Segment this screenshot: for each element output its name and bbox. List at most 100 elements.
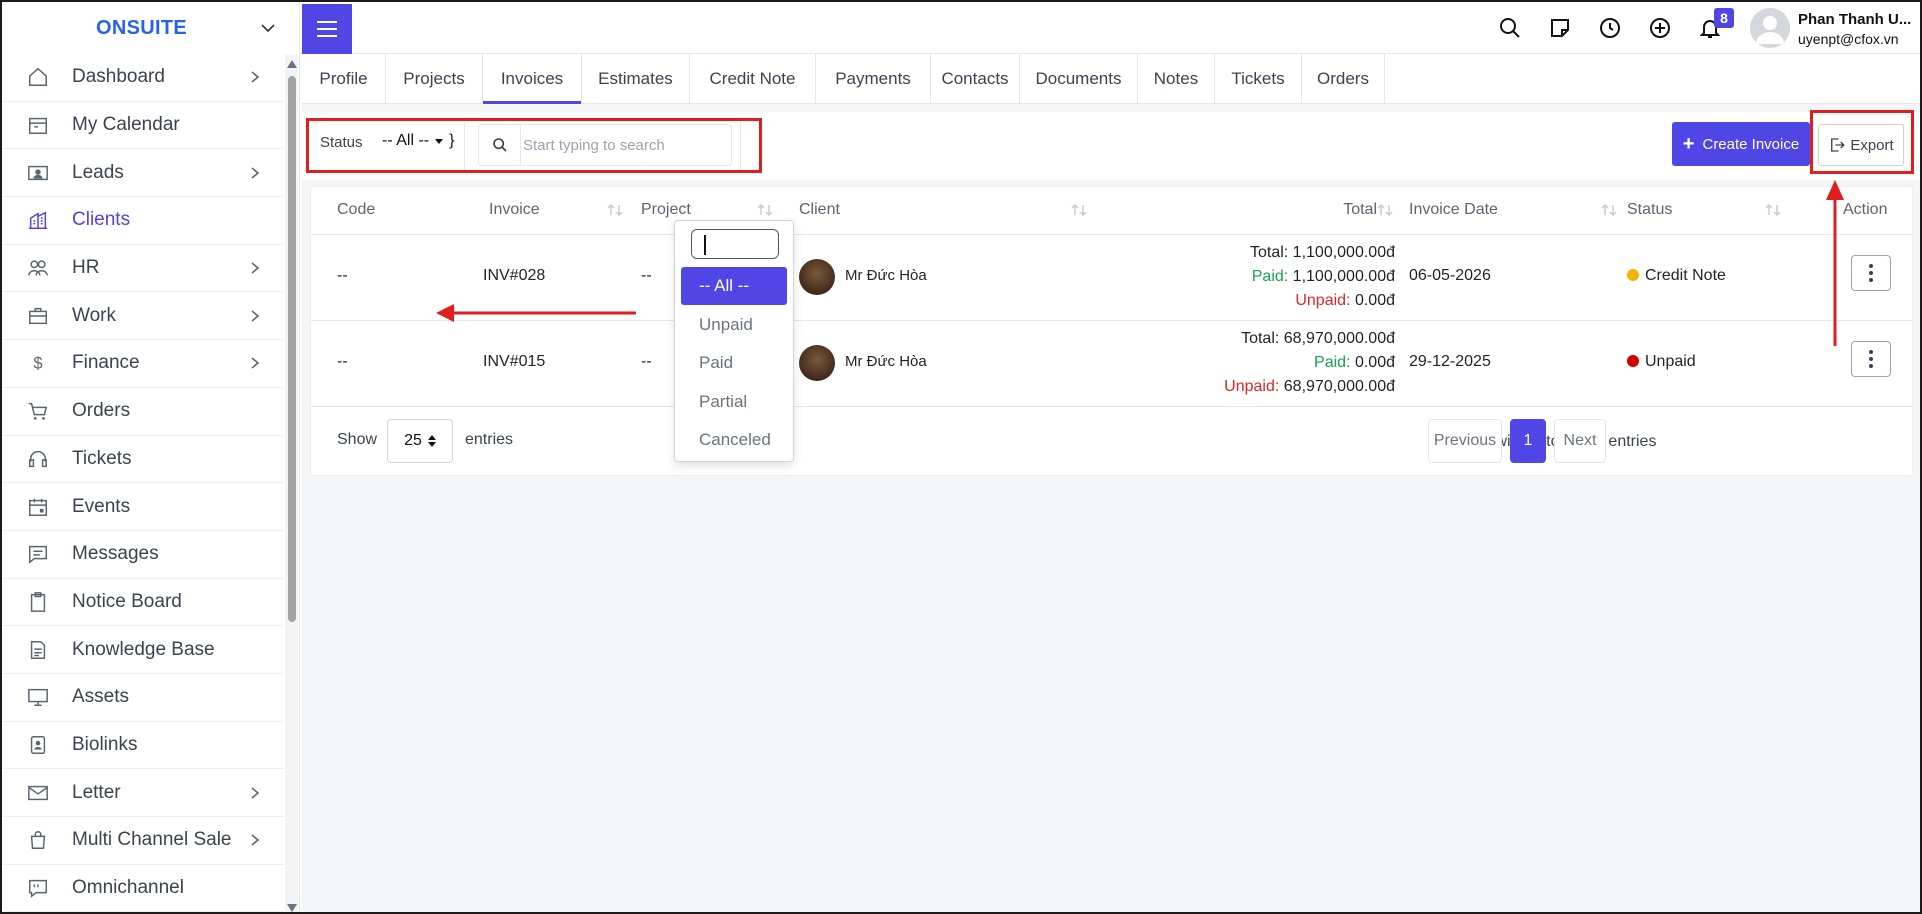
sort-icon[interactable]: [1765, 203, 1781, 217]
scroll-thumb[interactable]: [288, 76, 296, 622]
sidebar-item-events[interactable]: Events: [2, 483, 284, 531]
status-option-partial[interactable]: Partial: [681, 383, 787, 421]
sidebar-item-work[interactable]: Work: [2, 292, 284, 341]
tab-orders[interactable]: Orders: [1302, 54, 1385, 104]
scroll-up-icon[interactable]: [287, 60, 297, 68]
entries-label: entries: [465, 431, 514, 448]
tab-credit-note[interactable]: Credit Note: [690, 54, 816, 104]
search-box[interactable]: [478, 124, 732, 166]
brand[interactable]: ONSUITE: [2, 2, 299, 54]
sidebar-item-tickets[interactable]: Tickets: [2, 436, 284, 484]
total-label: Total:: [1241, 330, 1280, 347]
page-1-button[interactable]: 1: [1510, 419, 1546, 463]
sidebar-item-omnichannel[interactable]: Omnichannel: [2, 865, 284, 912]
sidebar-item-hr[interactable]: HR: [2, 245, 284, 293]
scroll-down-icon[interactable]: [287, 904, 297, 912]
client-avatar[interactable]: [799, 345, 835, 381]
sort-icon[interactable]: [1071, 203, 1087, 217]
cell-client[interactable]: Mr Đức Hòa: [845, 267, 927, 284]
sidebar-item-finance[interactable]: $ Finance: [2, 340, 284, 388]
divider: [464, 122, 465, 170]
next-page-button[interactable]: Next: [1554, 419, 1606, 463]
main-content: Profile Projects Invoices Estimates Credit N…: [302, 54, 1920, 912]
sidebar-item-messages[interactable]: Messages: [2, 531, 284, 579]
sort-icon[interactable]: [757, 203, 773, 217]
sort-icon[interactable]: [1377, 203, 1393, 217]
sidebar-item-my-calendar[interactable]: My Calendar: [2, 102, 284, 150]
tab-notes[interactable]: Notes: [1138, 54, 1215, 104]
sidebar-item-assets[interactable]: Assets: [2, 674, 284, 722]
clock-icon[interactable]: [1598, 16, 1622, 40]
sidebar-nav: Dashboard My Calendar Leads Clients HR Work $ F…: [2, 54, 284, 912]
status-filter-select[interactable]: -- All -- }: [382, 132, 454, 150]
status-option-all[interactable]: -- All --: [681, 267, 787, 305]
sidebar-item-dashboard[interactable]: Dashboard: [2, 54, 284, 102]
sidebar-item-label: Assets: [72, 686, 130, 708]
row-action-button[interactable]: [1851, 341, 1891, 377]
cell-invoice[interactable]: INV#015: [483, 353, 545, 371]
sidebar-item-orders[interactable]: Orders: [2, 388, 284, 436]
column-header-code[interactable]: Code: [337, 201, 375, 219]
column-header-project[interactable]: Project: [641, 201, 691, 219]
sidebar-item-label: HR: [72, 257, 100, 279]
sidebar-item-label: Work: [72, 304, 116, 326]
sort-icon[interactable]: [607, 203, 623, 217]
create-invoice-button[interactable]: + Create Invoice: [1672, 122, 1810, 166]
plus-icon: +: [1682, 133, 1695, 155]
sticky-note-icon[interactable]: [1548, 16, 1572, 40]
create-invoice-label: Create Invoice: [1702, 135, 1800, 153]
menu-toggle-button[interactable]: [302, 4, 352, 54]
client-avatar[interactable]: [799, 259, 835, 295]
add-circle-icon[interactable]: [1648, 16, 1672, 40]
cell-client[interactable]: Mr Đức Hòa: [845, 353, 927, 370]
status-filter-label: Status: [320, 134, 363, 151]
status-option-canceled[interactable]: Canceled: [681, 421, 787, 459]
sort-icon[interactable]: [1601, 203, 1617, 217]
column-header-total[interactable]: Total: [1343, 201, 1377, 219]
sidebar-scrollbar[interactable]: [285, 54, 298, 912]
sidebar-item-clients[interactable]: Clients: [2, 197, 284, 245]
export-button[interactable]: Export: [1818, 124, 1904, 166]
sidebar-item-knowledge-base[interactable]: Knowledge Base: [2, 626, 284, 674]
sidebar-item-label: Biolinks: [72, 733, 138, 755]
sidebar-item-label: Messages: [72, 543, 159, 565]
search-icon[interactable]: [1498, 16, 1522, 40]
tab-contacts[interactable]: Contacts: [931, 54, 1020, 104]
sidebar-item-label: Multi Channel Sale: [72, 829, 232, 851]
column-header-invoice-date[interactable]: Invoice Date: [1409, 201, 1498, 219]
column-header-status[interactable]: Status: [1627, 201, 1672, 219]
cell-invoice[interactable]: INV#028: [483, 267, 545, 285]
tab-tickets[interactable]: Tickets: [1215, 54, 1302, 104]
tab-documents[interactable]: Documents: [1020, 54, 1138, 104]
id-card-icon: [26, 161, 50, 185]
table-row: -- INV#015 -- Mr Đức Hòa Total: 68,970,000.0…: [311, 321, 1914, 407]
dropdown-search-input[interactable]: [691, 229, 779, 259]
sidebar-item-notice-board[interactable]: Notice Board: [2, 579, 284, 627]
topbar: 8 Phan Thanh U... uyenpt@cfox.vn: [300, 2, 1920, 54]
unpaid-amount: 68,970,000.00đ: [1283, 378, 1395, 395]
previous-page-button[interactable]: Previous: [1428, 419, 1502, 463]
tab-invoices[interactable]: Invoices: [483, 54, 582, 104]
user-avatar[interactable]: [1750, 8, 1790, 48]
tab-payments[interactable]: Payments: [816, 54, 931, 104]
page-size-select[interactable]: 25: [387, 419, 453, 463]
column-header-client[interactable]: Client: [799, 201, 840, 219]
dollar-icon: $: [26, 351, 50, 375]
tab-estimates[interactable]: Estimates: [582, 54, 690, 104]
tab-profile[interactable]: Profile: [302, 54, 386, 104]
column-header-invoice[interactable]: Invoice: [489, 201, 540, 219]
chevron-down-icon[interactable]: [258, 18, 278, 38]
sidebar-item-leads[interactable]: Leads: [2, 149, 284, 198]
total-label: Total:: [1249, 244, 1289, 261]
chevron-right-icon: [251, 310, 260, 322]
row-action-button[interactable]: [1851, 255, 1891, 291]
sidebar-item-biolinks[interactable]: Biolinks: [2, 722, 284, 770]
sidebar-item-letter[interactable]: Letter: [2, 769, 284, 817]
chevron-right-icon: [251, 787, 260, 799]
search-input[interactable]: [523, 125, 728, 165]
tab-projects[interactable]: Projects: [386, 54, 483, 104]
status-option-paid[interactable]: Paid: [681, 344, 787, 382]
user-name[interactable]: Phan Thanh U...: [1798, 11, 1911, 28]
sidebar-item-multi-channel-sale[interactable]: Multi Channel Sale: [2, 817, 284, 865]
status-option-unpaid[interactable]: Unpaid: [681, 306, 787, 344]
